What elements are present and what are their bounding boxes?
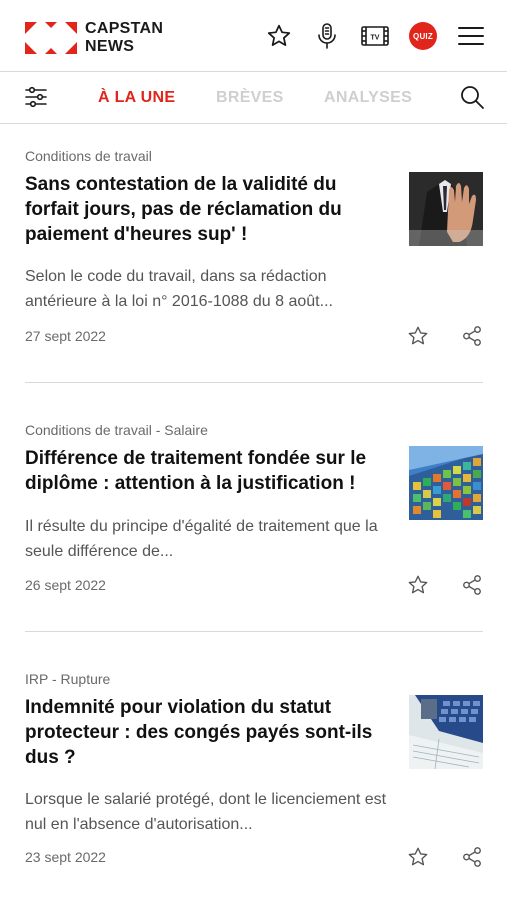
article-date: 26 sept 2022	[25, 577, 106, 593]
quiz-icon: QUIZ	[409, 22, 437, 50]
bookmark-star-icon[interactable]	[407, 325, 429, 347]
logo-line-2: NEWS	[85, 38, 135, 55]
article-date: 23 sept 2022	[25, 849, 106, 865]
logo-text: CAPSTAN NEWS	[85, 20, 163, 56]
share-icon[interactable]	[461, 846, 483, 868]
star-icon[interactable]	[265, 22, 293, 50]
svg-text:TV: TV	[371, 35, 380, 42]
header-actions: TV QUIZ	[265, 22, 485, 50]
tab-analyses[interactable]: ANALYSES	[324, 89, 412, 107]
logo-mark-icon	[25, 22, 77, 54]
article-thumbnail[interactable]	[409, 172, 483, 246]
article-excerpt: Il résulte du principe d'égalité de trai…	[25, 518, 378, 560]
article-card[interactable]: IRP - Rupture Indemnité pour violation d…	[25, 671, 483, 876]
bookmark-star-icon[interactable]	[407, 846, 429, 868]
tab-breves[interactable]: BRÈVES	[216, 89, 284, 107]
logo-line-1: CAPSTAN	[85, 20, 164, 37]
tab-a-la-une[interactable]: À LA UNE	[98, 89, 175, 107]
article-title[interactable]: Indemnité pour violation du statut prote…	[25, 695, 391, 770]
tv-icon[interactable]: TV	[361, 22, 389, 50]
quiz-button[interactable]: QUIZ	[409, 22, 437, 50]
filter-icon[interactable]	[24, 85, 48, 114]
search-icon[interactable]	[459, 84, 485, 115]
article-category[interactable]: IRP - Rupture	[25, 671, 483, 687]
app-header: CAPSTAN NEWS TV QUIZ	[0, 0, 507, 72]
article-excerpt: Selon le code du travail, dans sa rédact…	[25, 268, 333, 310]
share-icon[interactable]	[461, 325, 483, 347]
article-thumbnail[interactable]	[409, 695, 483, 769]
divider	[25, 382, 483, 383]
article-category[interactable]: Conditions de travail - Salaire	[25, 422, 483, 438]
article-date: 27 sept 2022	[25, 328, 106, 344]
article-category[interactable]: Conditions de travail	[25, 148, 483, 164]
article-title[interactable]: Sans contestation de la validité du forf…	[25, 172, 391, 247]
article-card[interactable]: Conditions de travail Sans contestation …	[25, 148, 483, 353]
divider	[25, 631, 483, 632]
article-excerpt: Lorsque le salarié protégé, dont le lice…	[25, 791, 387, 833]
capstan-news-logo[interactable]: CAPSTAN NEWS	[25, 20, 163, 56]
share-icon[interactable]	[461, 574, 483, 596]
menu-icon[interactable]	[457, 22, 485, 50]
section-tabs: À LA UNE BRÈVES ANALYSES	[0, 72, 507, 124]
bookmark-star-icon[interactable]	[407, 574, 429, 596]
article-thumbnail[interactable]	[409, 446, 483, 520]
microphone-icon[interactable]	[313, 22, 341, 50]
article-title[interactable]: Différence de traitement fondée sur le d…	[25, 446, 391, 496]
article-card[interactable]: Conditions de travail - Salaire Différen…	[25, 422, 483, 602]
